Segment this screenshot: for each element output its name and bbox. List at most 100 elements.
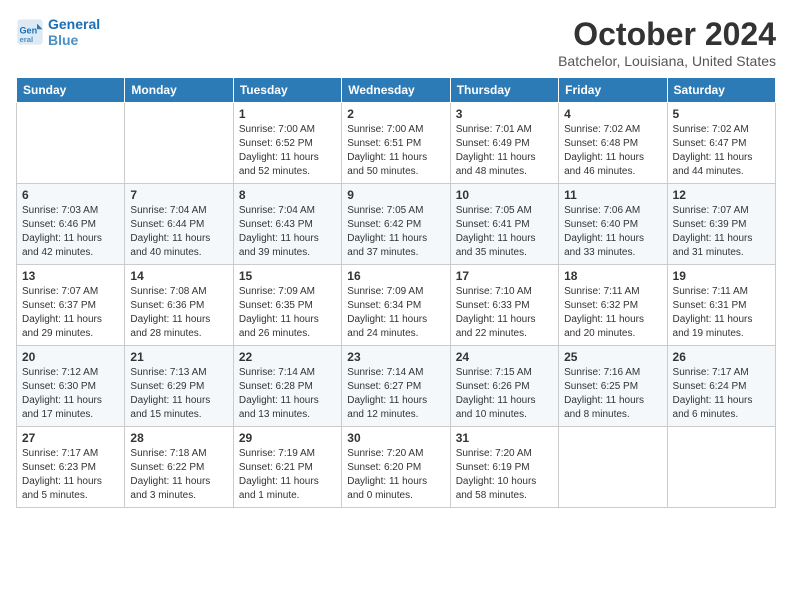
calendar-cell: 16Sunrise: 7:09 AM Sunset: 6:34 PM Dayli…: [342, 265, 450, 346]
day-info: Sunrise: 7:10 AM Sunset: 6:33 PM Dayligh…: [456, 285, 553, 341]
day-number: 12: [673, 188, 770, 202]
day-number: 14: [130, 269, 227, 283]
day-number: 23: [347, 350, 444, 364]
day-info: Sunrise: 7:04 AM Sunset: 6:43 PM Dayligh…: [239, 204, 336, 260]
logo-text2: Blue: [48, 32, 100, 48]
calendar-header-friday: Friday: [559, 78, 667, 103]
day-info: Sunrise: 7:11 AM Sunset: 6:32 PM Dayligh…: [564, 285, 661, 341]
day-number: 26: [673, 350, 770, 364]
day-info: Sunrise: 7:01 AM Sunset: 6:49 PM Dayligh…: [456, 123, 553, 179]
day-info: Sunrise: 7:17 AM Sunset: 6:23 PM Dayligh…: [22, 447, 119, 503]
page-header: Gen eral General Blue October 2024 Batch…: [16, 16, 776, 69]
calendar-header-monday: Monday: [125, 78, 233, 103]
day-number: 28: [130, 431, 227, 445]
day-info: Sunrise: 7:14 AM Sunset: 6:28 PM Dayligh…: [239, 366, 336, 422]
calendar-cell: 10 Sunrise: 7:05 AM Sunset: 6:41 PM Dayli…: [450, 184, 558, 265]
day-info: Sunrise: 7:04 AM Sunset: 6:44 PM Dayligh…: [130, 204, 227, 260]
calendar-cell: [667, 427, 775, 508]
day-info: Sunrise: 7:03 AM Sunset: 6:46 PM Dayligh…: [22, 204, 119, 260]
day-info: Sunrise: 7:02 AM Sunset: 6:47 PM Dayligh…: [673, 123, 770, 179]
day-info: Sunrise: 7:06 AM Sunset: 6:40 PM Dayligh…: [564, 204, 661, 260]
day-info: Sunrise: 7:11 AM Sunset: 6:31 PM Dayligh…: [673, 285, 770, 341]
calendar-cell: 15 Sunrise: 7:09 AM Sunset: 6:35 PM Dayli…: [233, 265, 341, 346]
calendar-header-thursday: Thursday: [450, 78, 558, 103]
day-info: Sunrise: 7:12 AM Sunset: 6:30 PM Dayligh…: [22, 366, 119, 422]
calendar-header-wednesday: Wednesday: [342, 78, 450, 103]
calendar-week-4: 20 Sunrise: 7:12 AM Sunset: 6:30 PM Dayli…: [17, 346, 776, 427]
day-number: 19: [673, 269, 770, 283]
day-number: 15: [239, 269, 336, 283]
day-info: Sunrise: 7:18 AM Sunset: 6:22 PM Dayligh…: [130, 447, 227, 503]
day-number: 21: [130, 350, 227, 364]
day-number: 30: [347, 431, 444, 445]
day-info: Sunrise: 7:08 AM Sunset: 6:36 PM Dayligh…: [130, 285, 227, 341]
day-number: 25: [564, 350, 661, 364]
day-number: 20: [22, 350, 119, 364]
calendar-cell: 30 Sunrise: 7:20 AM Sunset: 6:20 PM Dayli…: [342, 427, 450, 508]
calendar-cell: 17 Sunrise: 7:10 AM Sunset: 6:33 PM Dayli…: [450, 265, 558, 346]
day-number: 22: [239, 350, 336, 364]
day-number: 27: [22, 431, 119, 445]
calendar-cell: 11 Sunrise: 7:06 AM Sunset: 6:40 PM Dayli…: [559, 184, 667, 265]
svg-text:Gen: Gen: [20, 25, 38, 35]
calendar-cell: 4Sunrise: 7:02 AM Sunset: 6:48 PM Daylig…: [559, 103, 667, 184]
calendar-cell: 8 Sunrise: 7:04 AM Sunset: 6:43 PM Daylig…: [233, 184, 341, 265]
day-number: 3: [456, 107, 553, 121]
calendar-cell: 19 Sunrise: 7:11 AM Sunset: 6:31 PM Dayli…: [667, 265, 775, 346]
calendar-cell: 26 Sunrise: 7:17 AM Sunset: 6:24 PM Dayli…: [667, 346, 775, 427]
calendar-cell: 28 Sunrise: 7:18 AM Sunset: 6:22 PM Dayli…: [125, 427, 233, 508]
day-number: 29: [239, 431, 336, 445]
day-number: 17: [456, 269, 553, 283]
calendar-table: SundayMondayTuesdayWednesdayThursdayFrid…: [16, 77, 776, 508]
calendar-cell: 12 Sunrise: 7:07 AM Sunset: 6:39 PM Dayli…: [667, 184, 775, 265]
day-info: Sunrise: 7:16 AM Sunset: 6:25 PM Dayligh…: [564, 366, 661, 422]
title-block: October 2024 Batchelor, Louisiana, Unite…: [558, 16, 776, 69]
day-info: Sunrise: 7:07 AM Sunset: 6:39 PM Dayligh…: [673, 204, 770, 260]
logo-text: General: [48, 16, 100, 32]
month-title: October 2024: [558, 16, 776, 53]
calendar-cell: 23 Sunrise: 7:14 AM Sunset: 6:27 PM Dayli…: [342, 346, 450, 427]
calendar-week-2: 6Sunrise: 7:03 AM Sunset: 6:46 PM Daylig…: [17, 184, 776, 265]
calendar-cell: 14 Sunrise: 7:08 AM Sunset: 6:36 PM Dayli…: [125, 265, 233, 346]
day-number: 11: [564, 188, 661, 202]
calendar-cell: 24Sunrise: 7:15 AM Sunset: 6:26 PM Dayli…: [450, 346, 558, 427]
calendar-cell: 22 Sunrise: 7:14 AM Sunset: 6:28 PM Dayli…: [233, 346, 341, 427]
day-info: Sunrise: 7:15 AM Sunset: 6:26 PM Dayligh…: [456, 366, 553, 422]
calendar-cell: 21Sunrise: 7:13 AM Sunset: 6:29 PM Dayli…: [125, 346, 233, 427]
logo-icon: Gen eral: [16, 18, 44, 46]
day-number: 10: [456, 188, 553, 202]
day-number: 9: [347, 188, 444, 202]
day-info: Sunrise: 7:09 AM Sunset: 6:34 PM Dayligh…: [347, 285, 444, 341]
day-number: 31: [456, 431, 553, 445]
calendar-cell: 7 Sunrise: 7:04 AM Sunset: 6:44 PM Daylig…: [125, 184, 233, 265]
day-number: 13: [22, 269, 119, 283]
calendar-cell: 27 Sunrise: 7:17 AM Sunset: 6:23 PM Dayli…: [17, 427, 125, 508]
day-number: 7: [130, 188, 227, 202]
calendar-header-tuesday: Tuesday: [233, 78, 341, 103]
day-info: Sunrise: 7:05 AM Sunset: 6:41 PM Dayligh…: [456, 204, 553, 260]
calendar-week-1: 1 Sunrise: 7:00 AM Sunset: 6:52 PM Daylig…: [17, 103, 776, 184]
day-info: Sunrise: 7:05 AM Sunset: 6:42 PM Dayligh…: [347, 204, 444, 260]
location: Batchelor, Louisiana, United States: [558, 53, 776, 69]
calendar-header-saturday: Saturday: [667, 78, 775, 103]
calendar-cell: 20 Sunrise: 7:12 AM Sunset: 6:30 PM Dayli…: [17, 346, 125, 427]
calendar-cell: 18 Sunrise: 7:11 AM Sunset: 6:32 PM Dayli…: [559, 265, 667, 346]
day-number: 1: [239, 107, 336, 121]
day-info: Sunrise: 7:17 AM Sunset: 6:24 PM Dayligh…: [673, 366, 770, 422]
day-info: Sunrise: 7:14 AM Sunset: 6:27 PM Dayligh…: [347, 366, 444, 422]
day-number: 2: [347, 107, 444, 121]
day-info: Sunrise: 7:20 AM Sunset: 6:19 PM Dayligh…: [456, 447, 553, 503]
day-info: Sunrise: 7:19 AM Sunset: 6:21 PM Dayligh…: [239, 447, 336, 503]
day-info: Sunrise: 7:00 AM Sunset: 6:51 PM Dayligh…: [347, 123, 444, 179]
day-number: 4: [564, 107, 661, 121]
calendar-cell: [559, 427, 667, 508]
day-info: Sunrise: 7:20 AM Sunset: 6:20 PM Dayligh…: [347, 447, 444, 503]
day-info: Sunrise: 7:00 AM Sunset: 6:52 PM Dayligh…: [239, 123, 336, 179]
calendar-cell: 2 Sunrise: 7:00 AM Sunset: 6:51 PM Daylig…: [342, 103, 450, 184]
day-number: 18: [564, 269, 661, 283]
calendar-week-5: 27 Sunrise: 7:17 AM Sunset: 6:23 PM Dayli…: [17, 427, 776, 508]
calendar-cell: [17, 103, 125, 184]
day-number: 8: [239, 188, 336, 202]
calendar-cell: 6Sunrise: 7:03 AM Sunset: 6:46 PM Daylig…: [17, 184, 125, 265]
day-info: Sunrise: 7:09 AM Sunset: 6:35 PM Dayligh…: [239, 285, 336, 341]
